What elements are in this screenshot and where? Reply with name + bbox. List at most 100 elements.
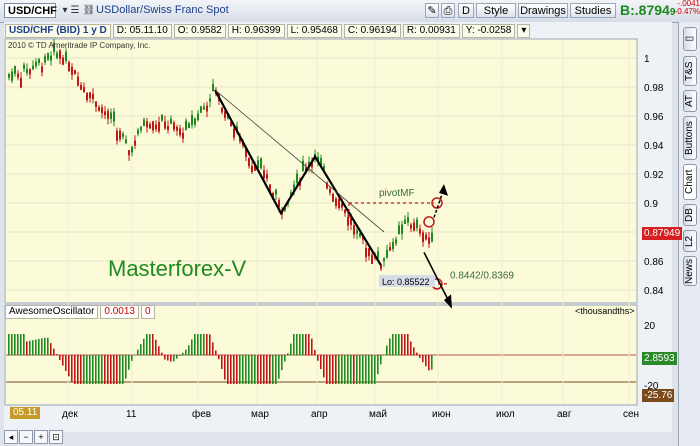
candle-body	[296, 173, 298, 183]
oscillator-bar	[125, 355, 127, 379]
tab-news[interactable]: News	[683, 256, 697, 286]
price-chart[interactable]: Masterforex-V pivotMF Lo: 0.85522 0.8442/0.…	[4, 22, 672, 432]
candle-body	[377, 251, 379, 258]
candle-body	[11, 71, 13, 81]
symbol-input[interactable]: USD/CHF	[4, 3, 57, 18]
oscillator-value2: 0	[141, 305, 155, 319]
oscillator-bar	[191, 339, 193, 356]
candle-body	[353, 225, 355, 235]
oscillator-bar	[173, 355, 175, 362]
fit-icon[interactable]: ⊡	[49, 430, 63, 444]
candle-body	[419, 228, 421, 234]
oscillator-bar	[242, 355, 244, 384]
oscillator-value: 0.0013	[100, 305, 139, 319]
time-axis-label: июн	[432, 409, 451, 420]
candle-body	[170, 118, 172, 124]
oscillator-bar	[188, 345, 190, 356]
oscillator-bar	[254, 355, 256, 384]
copyright: 2010 © TD Ameritrade IP Company, Inc.	[8, 41, 151, 50]
candle-body	[110, 112, 112, 119]
oscillator-bar	[110, 355, 112, 384]
oscillator-bar	[65, 355, 67, 372]
zoom-in-icon[interactable]: +	[34, 430, 48, 444]
oscillator-bar	[428, 355, 430, 371]
oscillator-bar	[116, 355, 118, 384]
oscillator-bar	[251, 355, 253, 384]
oscillator-bar	[320, 355, 322, 370]
candle-body	[251, 165, 253, 173]
tab-chart[interactable]: Chart	[683, 164, 697, 200]
print-icon[interactable]: ⎙	[441, 3, 455, 18]
header-menu-icon[interactable]: ▾	[517, 24, 531, 38]
candle-body	[233, 128, 235, 138]
oscillator-bar	[11, 334, 13, 356]
oscillator-bar	[221, 355, 223, 369]
header-change: Y: -0.0258	[461, 24, 516, 38]
oscillator-bar	[215, 350, 217, 356]
list-icon[interactable]: ☰	[68, 3, 82, 18]
link-icon[interactable]: ⛓	[82, 3, 96, 18]
scroll-left-icon[interactable]: ◂	[4, 430, 18, 444]
oscillator-bar	[128, 355, 130, 370]
style-button[interactable]: Style	[476, 3, 516, 18]
oscillator-bar	[32, 340, 34, 356]
candle-body	[221, 107, 223, 113]
price-axis-label: 0.86	[644, 257, 664, 268]
oscillator-bar	[416, 352, 418, 356]
oscillator-bar	[245, 355, 247, 384]
watermark-text: Masterforex-V	[108, 256, 246, 281]
candle-body	[260, 158, 262, 169]
candle-body	[347, 216, 349, 226]
tab-l2[interactable]: L2	[683, 230, 697, 252]
candle-body	[383, 258, 385, 262]
oscillator-bar	[410, 341, 412, 356]
oscillator-bar	[224, 355, 226, 380]
oscillator-bar	[380, 355, 382, 365]
candle-body	[263, 170, 265, 179]
candle-body	[185, 120, 187, 130]
oscillator-bar	[296, 334, 298, 356]
time-axis-label: июл	[496, 409, 515, 420]
oscillator-bar	[284, 355, 286, 362]
tab-at[interactable]: AT	[683, 90, 697, 112]
candle-body	[47, 53, 49, 60]
candle-body	[428, 237, 430, 244]
time-axis-label: 11	[126, 409, 137, 420]
candle-body	[191, 115, 193, 126]
studies-button[interactable]: Studies	[570, 3, 616, 18]
candle-body	[17, 73, 19, 78]
oscillator-bar	[206, 334, 208, 356]
price-axis-label: 0.84	[644, 286, 664, 297]
oscillator-bar	[350, 355, 352, 384]
oscillator-bar	[200, 334, 202, 356]
oscillator-bar	[299, 334, 301, 356]
oscillator-bar	[383, 354, 385, 356]
oscillator-bar	[77, 355, 79, 384]
timeframe-button[interactable]: D	[458, 3, 474, 18]
drawings-button[interactable]: Drawings	[518, 3, 568, 18]
settings-icon[interactable]: ✎	[425, 3, 439, 18]
oscillator-bar	[95, 355, 97, 384]
oscillator-bar	[413, 347, 415, 356]
zoom-out-icon[interactable]: −	[19, 430, 33, 444]
oscillator-bar	[332, 355, 334, 384]
oscillator-bar	[290, 343, 292, 356]
time-axis-label: мар	[251, 409, 269, 420]
candle-body	[89, 92, 91, 99]
oscillator-bar	[275, 355, 277, 384]
candle-body	[200, 106, 202, 113]
tab-buttons[interactable]: Buttons	[683, 116, 697, 160]
chart-header: USD/CHF (BID) 1 y D D: 05.11.10 O: 0.9582 H…	[5, 24, 532, 38]
oscillator-bar	[308, 334, 310, 356]
tab-ts[interactable]: T&S	[683, 56, 697, 86]
close-tab-icon[interactable]: ▭	[683, 27, 697, 51]
oscillator-bar	[26, 341, 28, 356]
current-date-badge: 05.11	[10, 407, 41, 419]
tab-db[interactable]: DB	[683, 204, 697, 226]
oscillator-bar	[203, 334, 205, 356]
candle-body	[209, 98, 211, 102]
candle-body	[356, 230, 358, 234]
oscillator-name[interactable]: AwesomeOscillator	[5, 305, 99, 319]
oscillator-bar	[197, 334, 199, 356]
oscillator-bar	[341, 355, 343, 384]
